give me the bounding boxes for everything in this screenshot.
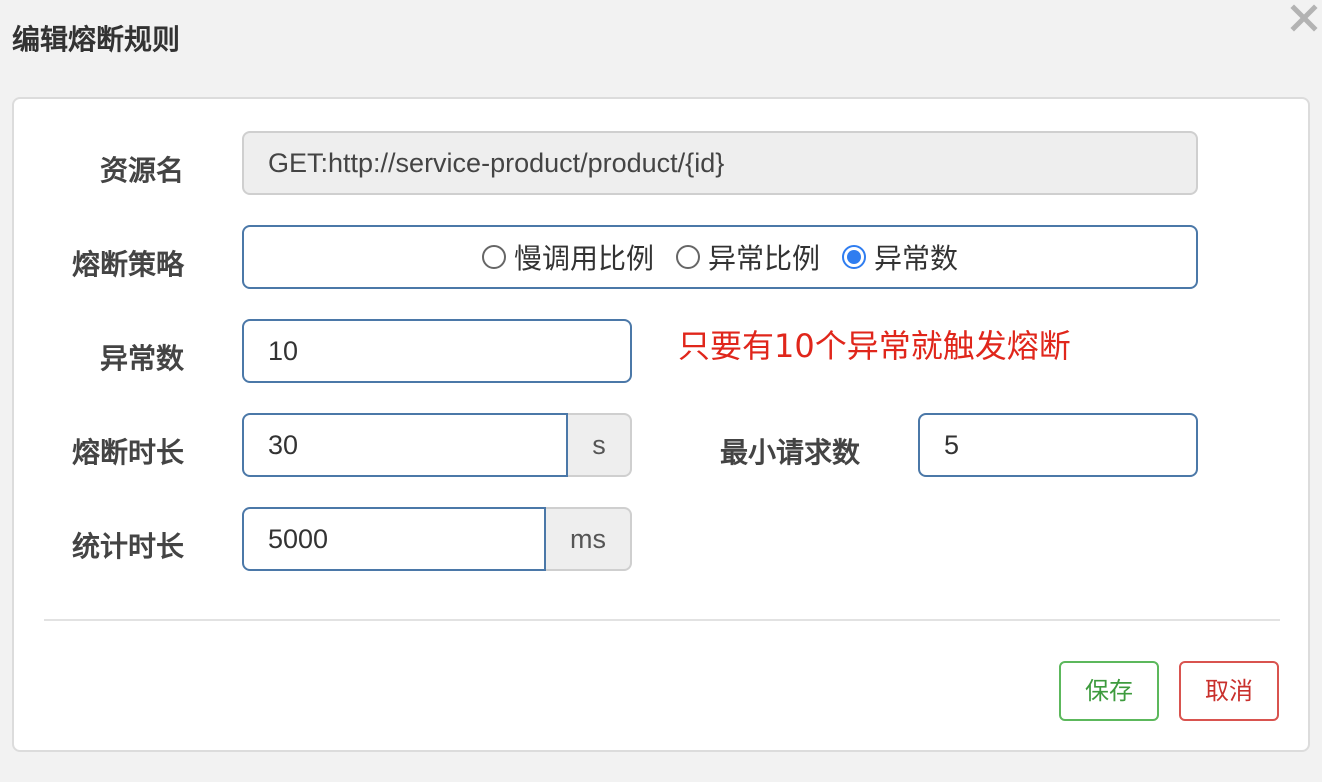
break-duration-input[interactable]: 30 xyxy=(242,413,568,477)
break-duration-label: 熔断时长 xyxy=(71,436,184,469)
radio-checked-icon[interactable] xyxy=(842,245,866,269)
strategy-label: 熔断策略 xyxy=(71,248,184,281)
strategy-radio-group: 慢调用比例 异常比例 异常数 xyxy=(242,225,1198,289)
min-requests-label: 最小请求数 xyxy=(719,436,860,469)
form-panel: 资源名 GET:http://service-product/product/{… xyxy=(12,97,1310,752)
save-button[interactable]: 保存 xyxy=(1059,661,1159,721)
close-icon xyxy=(1290,4,1318,32)
exception-count-input[interactable]: 10 xyxy=(242,319,632,383)
stat-duration-input[interactable]: 5000 xyxy=(242,507,546,571)
radio-exception-ratio[interactable]: 异常比例 xyxy=(675,237,820,277)
radio-label: 异常数 xyxy=(874,242,959,275)
cancel-button[interactable]: 取消 xyxy=(1179,661,1279,721)
divider xyxy=(44,619,1280,621)
radio-label: 异常比例 xyxy=(707,242,820,275)
resource-input: GET:http://service-product/product/{id} xyxy=(242,131,1198,195)
resource-label: 资源名 xyxy=(99,154,184,187)
exception-count-label: 异常数 xyxy=(99,342,184,375)
radio-label: 慢调用比例 xyxy=(513,242,654,275)
radio-exception-count[interactable]: 异常数 xyxy=(842,237,958,277)
radio-slow-ratio[interactable]: 慢调用比例 xyxy=(481,237,654,277)
annotation-note: 只要有10个异常就触发熔断 xyxy=(678,327,1071,365)
dialog-title: 编辑熔断规则 xyxy=(12,23,181,56)
stat-duration-unit: ms xyxy=(546,507,632,571)
stat-duration-label: 统计时长 xyxy=(71,530,184,563)
close-button[interactable] xyxy=(1286,0,1322,36)
radio-unchecked-icon[interactable] xyxy=(675,245,700,269)
min-requests-input[interactable]: 5 xyxy=(918,413,1198,477)
radio-unchecked-icon[interactable] xyxy=(481,245,506,269)
break-duration-unit: s xyxy=(568,413,632,477)
